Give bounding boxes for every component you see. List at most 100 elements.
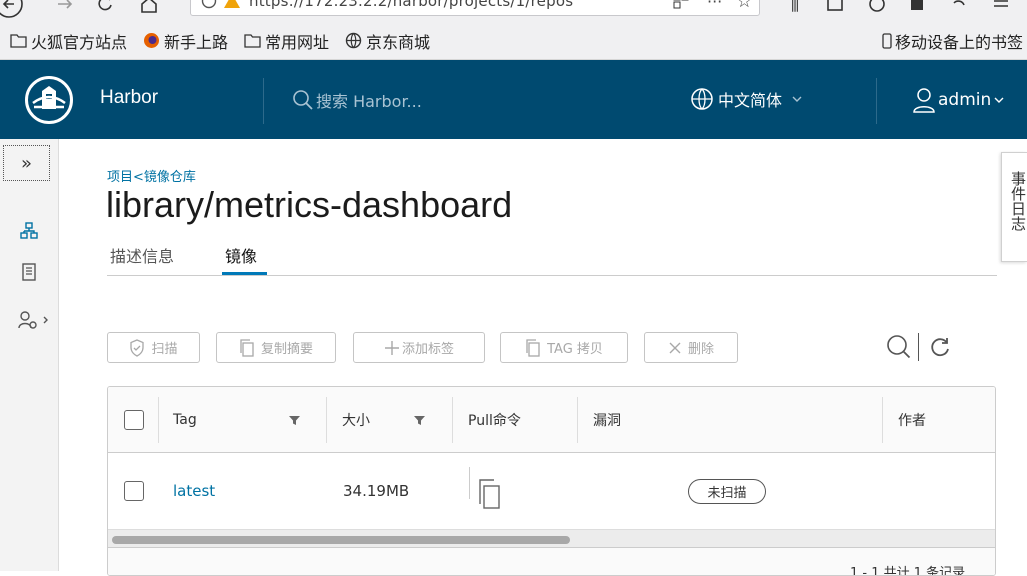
language-selector[interactable]: 中文简体 <box>690 87 802 111</box>
table-footer: 1 - 1 共计 1 条记录 <box>108 547 995 575</box>
column-header-vulnerability[interactable]: 漏洞 <box>593 387 621 453</box>
column-header-size[interactable]: 大小 <box>342 387 370 453</box>
tab-description[interactable]: 描述信息 <box>110 243 174 267</box>
copy-digest-button[interactable]: 复制摘要 <box>216 332 336 363</box>
insecure-warning-icon[interactable] <box>223 0 241 9</box>
tag-copy-button[interactable]: TAG 拷贝 <box>500 332 628 363</box>
folder-icon <box>244 33 261 48</box>
bookmark-label[interactable]: 新手上路 <box>164 29 228 53</box>
scan-button[interactable]: 扫描 <box>107 332 200 363</box>
mobile-bookmarks-label[interactable]: 移动设备上的书签 <box>895 29 1023 53</box>
horizontal-scrollbar[interactable] <box>108 529 995 547</box>
extension-icon[interactable] <box>904 0 930 18</box>
table-header: Tag 大小 Pull命令 漏洞 作者 <box>108 387 995 453</box>
language-label[interactable]: 中文简体 <box>718 87 782 111</box>
mobile-bookmarks[interactable]: 移动设备上的书签 <box>882 22 1023 60</box>
refresh-icon[interactable] <box>928 332 952 362</box>
table-row[interactable]: latest 34.19MB <box>108 453 995 529</box>
projects-icon[interactable] <box>17 219 41 243</box>
delete-label: 删除 <box>687 342 714 357</box>
search-placeholder[interactable]: 搜索 Harbor... <box>316 88 422 112</box>
event-log-side-tab[interactable]: 事件日志 <box>1001 152 1027 262</box>
harbor-logo-icon[interactable] <box>25 76 73 124</box>
column-header-pull-command[interactable]: Pull命令 <box>468 387 521 453</box>
bookmark-star-icon[interactable]: ☆ <box>736 0 752 12</box>
tag-copy-label: TAG 拷贝 <box>547 342 603 357</box>
brand-name[interactable]: Harbor <box>100 87 158 109</box>
bookmarks-bar: 火狐官方站点 新手上路 常用网址 京东商城 移动设备上的书签 <box>0 22 1027 60</box>
app-header: Harbor 搜索 Harbor... 中文简体 admin <box>0 60 1027 139</box>
shield-check-icon <box>129 338 145 357</box>
copy-icon <box>239 338 255 357</box>
row-checkbox[interactable] <box>124 481 144 501</box>
column-header-tag[interactable]: Tag <box>173 387 197 453</box>
mobile-icon <box>882 33 892 49</box>
bookmark-common-sites[interactable]: 常用网址 <box>244 29 329 53</box>
cell-divider <box>469 467 470 499</box>
more-actions-icon[interactable]: ··· <box>707 0 722 11</box>
reload-icon[interactable] <box>92 0 118 18</box>
user-icon <box>912 87 936 113</box>
filter-icon[interactable] <box>289 415 300 429</box>
column-divider <box>452 397 453 443</box>
bookmark-label[interactable]: 京东商城 <box>366 29 430 53</box>
globe-icon <box>345 32 362 49</box>
copy-digest-label: 复制摘要 <box>260 342 313 357</box>
user-menu[interactable]: admin <box>912 87 1004 113</box>
chevron-down-icon <box>792 95 802 103</box>
url-bar[interactable]: https://172.23.2.2/harbor/projects/1/rep… <box>190 0 760 16</box>
chevron-down-icon <box>994 96 1004 104</box>
tags-table: Tag 大小 Pull命令 漏洞 作者 latest 34.19MB 未扫描 1… <box>107 386 996 576</box>
nav-sidebar: » <box>0 139 59 571</box>
side-tab-label[interactable]: 事件日志 <box>1008 171 1027 231</box>
bookmark-firefox-official[interactable]: 火狐官方站点 <box>10 29 127 53</box>
username[interactable]: admin <box>938 90 991 110</box>
add-label-button[interactable]: 添加标签 <box>353 332 485 363</box>
column-divider <box>158 397 159 443</box>
bookmark-label[interactable]: 常用网址 <box>265 29 329 53</box>
column-header-author[interactable]: 作者 <box>898 387 926 453</box>
account-icon[interactable] <box>864 0 890 18</box>
undo-icon[interactable] <box>946 0 972 18</box>
page-title: library/metrics-dashboard <box>106 184 513 225</box>
sidebar-toggle-icon[interactable] <box>822 0 848 18</box>
filter-icon[interactable] <box>414 415 425 429</box>
forward-icon[interactable] <box>52 0 78 18</box>
active-tab-indicator <box>222 272 267 275</box>
sidebar-expand-button[interactable]: » <box>3 145 50 181</box>
logs-icon[interactable] <box>17 260 41 284</box>
bookmark-jd-mall[interactable]: 京东商城 <box>345 29 430 53</box>
info-icon[interactable] <box>201 0 217 9</box>
bookmark-getting-started[interactable]: 新手上路 <box>143 29 228 53</box>
browser-toolbar: https://172.23.2.2/harbor/projects/1/rep… <box>0 0 1027 22</box>
add-label-label: 添加标签 <box>401 342 454 357</box>
bookmark-label[interactable]: 火狐官方站点 <box>31 29 127 53</box>
home-icon[interactable] <box>136 0 162 18</box>
tab-images[interactable]: 镜像 <box>225 243 257 267</box>
library-icon[interactable]: ⫼ <box>782 0 808 18</box>
close-icon <box>668 341 682 355</box>
double-chevron-right-icon: » <box>20 152 32 174</box>
toolbar-divider <box>918 332 919 362</box>
search-icon[interactable] <box>886 332 912 362</box>
global-search[interactable]: 搜索 Harbor... <box>292 88 422 112</box>
plus-icon <box>384 340 400 356</box>
menu-icon[interactable] <box>988 0 1014 18</box>
repo-tabs: 描述信息 镜像 <box>107 240 997 276</box>
size-value: 34.19MB <box>343 482 410 500</box>
url-text[interactable]: https://172.23.2.2/harbor/projects/1/rep… <box>249 0 669 10</box>
select-all-checkbox[interactable] <box>124 410 144 430</box>
firefox-icon <box>143 32 160 49</box>
back-icon[interactable] <box>0 0 26 18</box>
admin-settings-icon[interactable] <box>17 309 53 333</box>
delete-button[interactable]: 删除 <box>644 332 738 363</box>
tag-link[interactable]: latest <box>173 453 215 529</box>
header-divider <box>876 78 877 124</box>
scrollbar-thumb[interactable] <box>112 536 570 544</box>
column-divider <box>882 397 883 443</box>
qr-code-icon[interactable] <box>673 0 689 9</box>
copy-pull-command-icon[interactable] <box>476 477 502 515</box>
folder-icon <box>10 33 27 48</box>
column-divider <box>326 397 327 443</box>
breadcrumb[interactable]: 项目<镜像仓库 <box>107 166 196 185</box>
